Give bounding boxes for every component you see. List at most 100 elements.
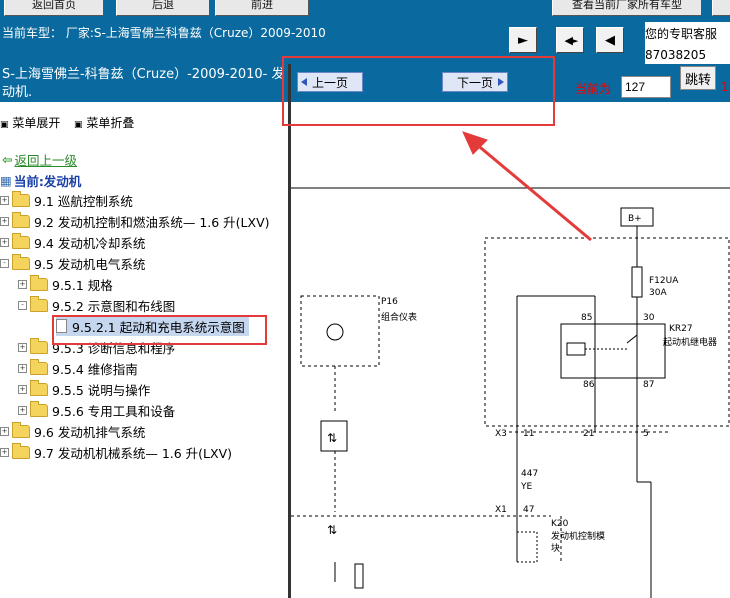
forward-button[interactable]: 前进 [215, 0, 309, 16]
menu-icon: ▣ [0, 120, 9, 130]
folder-icon [30, 337, 48, 354]
plus-icon: + [0, 447, 9, 457]
updown-arrow-icon: ⇅ [327, 523, 337, 537]
arrow-left-icon[interactable]: ◀ [596, 27, 624, 53]
view-vehicles-button[interactable]: 查看当前厂家所有车型 [552, 0, 702, 16]
pin-30: 30 [643, 313, 655, 323]
tree-item-label: 9.5.6 专用工具和设备 [52, 403, 176, 419]
plus-icon: + [0, 237, 9, 247]
annotation-box-selected [52, 315, 267, 345]
folder-open-icon [30, 295, 48, 312]
computer-icon: ▦ [0, 172, 12, 188]
back-up-label: 返回上一级 [14, 152, 77, 168]
folder-icon [12, 190, 30, 207]
k20-desc-2: 块 [551, 542, 560, 554]
folder-icon [30, 379, 48, 396]
relay-name: KR27 [669, 324, 693, 334]
bplus-label: B+ [628, 214, 642, 224]
menu-icon: ▣ [74, 120, 83, 130]
annotation-arrow [462, 131, 592, 242]
service-label: 您的专职客服 [645, 27, 718, 41]
folder-icon [12, 421, 30, 438]
folder-icon [12, 442, 30, 459]
folder-icon [30, 358, 48, 375]
tree-item[interactable]: + 9.5.6 专用工具和设备 [18, 400, 175, 420]
pin-86: 86 [583, 380, 595, 390]
top-toolbar: 返回首页 后退 前进 查看当前厂家所有车型 [0, 0, 730, 22]
tree-item-label: 9.5.4 维修指南 [52, 361, 138, 377]
current-vehicle-text: 当前车型： 厂家:S-上海雪佛兰科鲁兹（Cruze）2009-2010 [2, 26, 326, 40]
fuse-rating: 30A [649, 288, 667, 298]
tree-item[interactable]: + 9.5.1 规格 [18, 274, 113, 294]
relay-desc: 起动机继电器 [663, 336, 717, 348]
wiring-diagram: B+ F12UA 30A KR27 起动机继电器 85 30 86 87 P16… [291, 131, 730, 598]
current-page-label: 当前为 [575, 82, 612, 96]
current-node-label: 当前:发动机 [13, 173, 82, 189]
pin-87: 87 [643, 380, 654, 390]
tree-item[interactable]: + 9.5.5 说明与操作 [18, 379, 150, 399]
tree-item[interactable]: + 9.5.4 维修指南 [18, 358, 138, 378]
back-up-link[interactable]: ⇦ 返回上一级 [2, 149, 77, 169]
pin-85: 85 [581, 313, 592, 323]
jump-button[interactable]: 跳转 [680, 66, 716, 90]
plus-icon: + [0, 426, 9, 436]
customer-service-box: 您的专职客服 87038205 [645, 22, 730, 64]
tree-item-label: 9.7 发动机机械系统— 1.6 升(LXV) [34, 445, 233, 461]
expand-menu-label: 菜单展开 [12, 116, 61, 130]
tree-item[interactable]: + 9.7 发动机机械系统— 1.6 升(LXV) [0, 442, 232, 462]
folder-icon [12, 211, 30, 228]
minus-icon: - [0, 258, 9, 268]
tree-item-label: 9.5 发动机电气系统 [34, 256, 146, 272]
plus-icon: + [18, 405, 27, 415]
tree-item-label: 9.6 发动机排气系统 [34, 424, 146, 440]
tree-item[interactable]: + 9.6 发动机排气系统 [0, 421, 145, 441]
minus-icon: - [18, 300, 27, 310]
tree-item[interactable]: - 9.5 发动机电气系统 [0, 253, 145, 273]
folder-icon [30, 400, 48, 417]
plus-icon: + [18, 363, 27, 373]
current-node: ▦ 当前:发动机 [0, 170, 81, 190]
k20-desc: 发动机控制模 [551, 530, 605, 542]
left-panel-title: S-上海雪佛兰-科鲁兹（Cruze）-2009-2010- 发动机. [0, 64, 288, 102]
folder-icon [12, 232, 30, 249]
home-button[interactable]: 返回首页 [4, 0, 104, 16]
tree-item[interactable]: + 9.4 发动机冷却系统 [0, 232, 145, 252]
tree-item[interactable]: + 9.2 发动机控制和燃油系统— 1.6 升(LXV) [0, 211, 270, 231]
page-number-input[interactable] [621, 76, 671, 98]
plus-icon: + [0, 195, 9, 205]
x3-pin-21: 21 [583, 429, 594, 439]
plus-icon: + [18, 279, 27, 289]
x3-pin-5: 5 [643, 429, 649, 439]
x3-label: X3 [495, 429, 507, 439]
wire-number: 447 [521, 469, 538, 479]
total-pages-text: 12 [721, 80, 730, 94]
expand-arrows-icon[interactable]: ◀► [556, 27, 584, 53]
tree-item-label: 9.5.1 规格 [52, 277, 113, 293]
collapse-menu-link[interactable]: ▣ 菜单折叠 [74, 114, 134, 131]
plus-icon: + [0, 216, 9, 226]
tree-item[interactable]: - 9.5.2 示意图和布线图 [18, 295, 175, 315]
tree-item-label: 9.1 巡航控制系统 [34, 193, 133, 209]
tree-item-label: 9.2 发动机控制和燃油系统— 1.6 升(LXV) [34, 214, 270, 230]
green-arrow-icon: ⇦ [2, 151, 13, 167]
tree-item-label: 9.4 发动机冷却系统 [34, 235, 146, 251]
plus-icon: + [18, 342, 27, 352]
p16-label: P16 [381, 297, 398, 307]
service-phone: 87038205 [645, 48, 707, 62]
folder-open-icon [12, 253, 30, 270]
tree-item-label: 9.5.2 示意图和布线图 [52, 298, 176, 314]
annotation-box-pager [282, 56, 555, 126]
folder-icon [30, 274, 48, 291]
x1-label: X1 [495, 505, 507, 515]
plus-icon: + [18, 384, 27, 394]
tree-item-label: 9.5.5 说明与操作 [52, 382, 151, 398]
collapse-menu-label: 菜单折叠 [86, 116, 135, 130]
tree-item[interactable]: + 9.1 巡航控制系统 [0, 190, 133, 210]
back-button[interactable]: 后退 [116, 0, 210, 16]
updown-arrow-icon: ⇅ [327, 431, 337, 445]
toolbar-extra-button[interactable] [712, 0, 730, 16]
x3-pin-11: 11 [523, 429, 534, 439]
wire-color: YE [520, 482, 532, 492]
expand-menu-link[interactable]: ▣ 菜单展开 [0, 114, 60, 131]
arrow-right-icon[interactable]: ► [509, 27, 537, 53]
